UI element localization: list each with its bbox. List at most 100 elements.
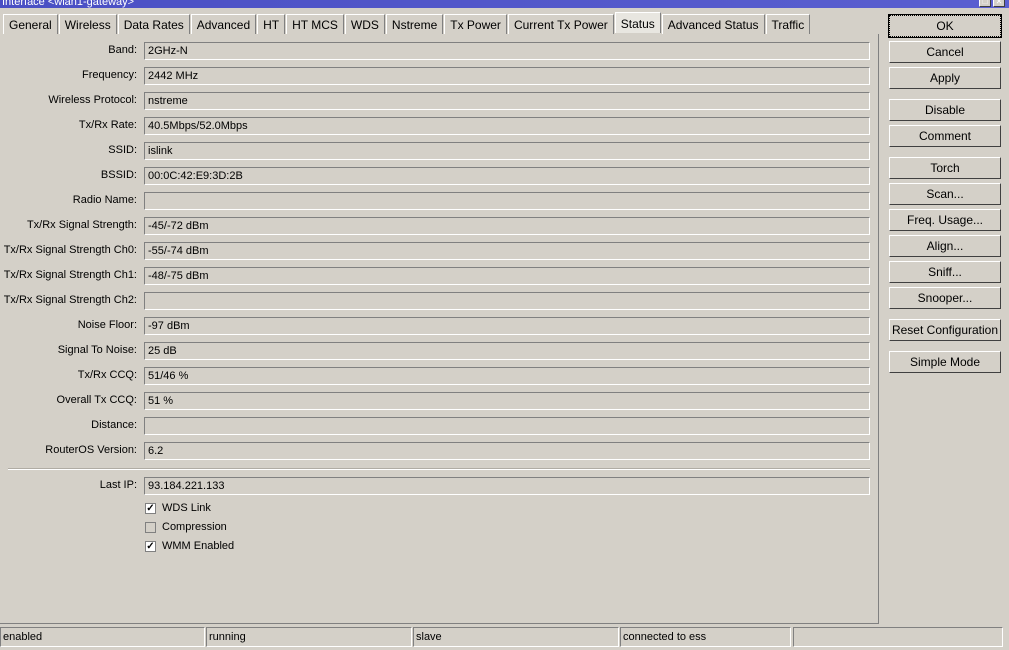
status-cell: connected to ess bbox=[620, 627, 791, 647]
checkbox-label: WMM Enabled bbox=[162, 540, 235, 552]
checkbox-wmm-enabled[interactable]: ✓ WMM Enabled bbox=[145, 540, 234, 552]
tab-advanced-status[interactable]: Advanced Status bbox=[661, 14, 765, 34]
status-cell: enabled bbox=[0, 627, 205, 647]
cancel-button[interactable]: Cancel bbox=[889, 41, 1001, 63]
snooper-button[interactable]: Snooper... bbox=[889, 287, 1001, 309]
field-label: Signal To Noise: bbox=[57, 344, 137, 356]
freq-usage-button[interactable]: Freq. Usage... bbox=[889, 209, 1001, 231]
field-value[interactable]: 00:0C:42:E9:3D:2B bbox=[144, 167, 870, 185]
tab-general[interactable]: General bbox=[3, 14, 58, 34]
field-value[interactable]: islink bbox=[144, 142, 870, 160]
tab-bar: General Wireless Data Rates Advanced HT HT MC… bbox=[3, 12, 811, 35]
field-label: BSSID: bbox=[100, 169, 137, 181]
tab-data-rates[interactable]: Data Rates bbox=[117, 14, 190, 34]
field-label: Tx/Rx CCQ: bbox=[77, 369, 137, 381]
field-value[interactable]: -55/-74 dBm bbox=[144, 242, 870, 260]
field-row: Tx/Rx Signal Strength Ch0: -55/-74 dBm bbox=[0, 242, 870, 260]
field-row: Tx/Rx Signal Strength: -45/-72 dBm bbox=[0, 217, 870, 235]
status-panel: Band: 2GHz-N Frequency: 2442 MHz Wireless Pr… bbox=[0, 34, 879, 624]
restore-button[interactable]: □ bbox=[979, 0, 991, 7]
field-value[interactable]: -48/-75 dBm bbox=[144, 267, 870, 285]
field-value[interactable]: -97 dBm bbox=[144, 317, 870, 335]
checkbox-compression[interactable]: Compression bbox=[145, 521, 227, 533]
field-row: Signal To Noise: 25 dB bbox=[0, 342, 870, 360]
checkbox-wds-link[interactable]: ✓ WDS Link bbox=[145, 502, 211, 514]
last-ip-value[interactable]: 93.184.221.133 bbox=[144, 477, 870, 495]
field-label: Noise Floor: bbox=[77, 319, 137, 331]
field-row: Distance: bbox=[0, 417, 870, 435]
comment-button[interactable]: Comment bbox=[889, 125, 1001, 147]
tab-wireless[interactable]: Wireless bbox=[58, 14, 117, 34]
checkbox-icon[interactable]: ✓ bbox=[145, 502, 156, 514]
field-row: Tx/Rx Signal Strength Ch1: -48/-75 dBm bbox=[0, 267, 870, 285]
scan-button[interactable]: Scan... bbox=[889, 183, 1001, 205]
field-label: Tx/Rx Signal Strength Ch0: bbox=[3, 244, 137, 256]
field-value[interactable]: 51/46 % bbox=[144, 367, 870, 385]
tab-ht-mcs[interactable]: HT MCS bbox=[286, 14, 344, 34]
tab-current-tx-power[interactable]: Current Tx Power bbox=[507, 14, 614, 34]
field-label: Distance: bbox=[91, 419, 137, 431]
separator bbox=[8, 468, 870, 470]
field-value[interactable] bbox=[144, 192, 870, 210]
simple-mode-button[interactable]: Simple Mode bbox=[889, 351, 1001, 373]
tab-nstreme[interactable]: Nstreme bbox=[385, 14, 444, 34]
field-value[interactable] bbox=[144, 417, 870, 435]
field-value[interactable]: nstreme bbox=[144, 92, 870, 110]
field-row: Frequency: 2442 MHz bbox=[0, 67, 870, 85]
field-row: Overall Tx CCQ: 51 % bbox=[0, 392, 870, 410]
field-value[interactable]: 2442 MHz bbox=[144, 67, 870, 85]
field-row: RouterOS Version: 6.2 bbox=[0, 442, 870, 460]
reset-configuration-button[interactable]: Reset Configuration bbox=[889, 319, 1001, 341]
field-row: Tx/Rx Signal Strength Ch2: bbox=[0, 292, 870, 310]
field-row: SSID: islink bbox=[0, 142, 870, 160]
checkbox-icon[interactable]: ✓ bbox=[145, 540, 156, 552]
field-value[interactable] bbox=[144, 292, 870, 310]
checkbox-label: WDS Link bbox=[162, 502, 211, 514]
field-value[interactable]: -45/-72 dBm bbox=[144, 217, 870, 235]
tab-ht[interactable]: HT bbox=[257, 14, 286, 34]
apply-button[interactable]: Apply bbox=[889, 67, 1001, 89]
field-label: RouterOS Version: bbox=[45, 444, 137, 456]
field-label: SSID: bbox=[108, 144, 137, 156]
field-label: Tx/Rx Rate: bbox=[78, 119, 137, 131]
field-row: Band: 2GHz-N bbox=[0, 42, 870, 60]
field-row: BSSID: 00:0C:42:E9:3D:2B bbox=[0, 167, 870, 185]
field-value[interactable]: 2GHz-N bbox=[144, 42, 870, 60]
align-button[interactable]: Align... bbox=[889, 235, 1001, 257]
close-button[interactable]: ✕ bbox=[993, 0, 1005, 7]
field-row: Tx/Rx Rate: 40.5Mbps/52.0Mbps bbox=[0, 117, 870, 135]
disable-button[interactable]: Disable bbox=[889, 99, 1001, 121]
field-label: Radio Name: bbox=[72, 194, 137, 206]
field-label: Overall Tx CCQ: bbox=[56, 394, 137, 406]
field-label: Tx/Rx Signal Strength: bbox=[26, 219, 137, 231]
ok-button[interactable]: OK bbox=[888, 14, 1002, 38]
tab-advanced[interactable]: Advanced bbox=[190, 14, 257, 34]
status-cell bbox=[793, 627, 1003, 647]
field-value[interactable]: 25 dB bbox=[144, 342, 870, 360]
last-ip-label: Last IP: bbox=[99, 479, 137, 491]
window-title: Interface <wlan1-gateway> bbox=[2, 0, 135, 8]
field-value[interactable]: 51 % bbox=[144, 392, 870, 410]
field-row: Wireless Protocol: nstreme bbox=[0, 92, 870, 110]
field-value[interactable]: 6.2 bbox=[144, 442, 870, 460]
field-value[interactable]: 40.5Mbps/52.0Mbps bbox=[144, 117, 870, 135]
torch-button[interactable]: Torch bbox=[889, 157, 1001, 179]
checkbox-icon[interactable] bbox=[145, 521, 156, 533]
field-label: Wireless Protocol: bbox=[48, 94, 137, 106]
field-label: Tx/Rx Signal Strength Ch2: bbox=[3, 294, 137, 306]
field-label: Tx/Rx Signal Strength Ch1: bbox=[3, 269, 137, 281]
field-row: Noise Floor: -97 dBm bbox=[0, 317, 870, 335]
status-cell: slave bbox=[413, 627, 619, 647]
field-label: Band: bbox=[108, 44, 137, 56]
tab-tx-power[interactable]: Tx Power bbox=[444, 14, 507, 34]
last-ip-row: Last IP: 93.184.221.133 bbox=[0, 477, 870, 495]
tab-traffic[interactable]: Traffic bbox=[765, 14, 811, 34]
field-row: Tx/Rx CCQ: 51/46 % bbox=[0, 367, 870, 385]
checkbox-label: Compression bbox=[162, 521, 227, 533]
sniff-button[interactable]: Sniff... bbox=[889, 261, 1001, 283]
field-label: Frequency: bbox=[81, 69, 137, 81]
status-cell: running bbox=[206, 627, 412, 647]
tab-wds[interactable]: WDS bbox=[344, 14, 385, 34]
window-title-bar[interactable]: Interface <wlan1-gateway> □ ✕ bbox=[0, 0, 1009, 8]
tab-status[interactable]: Status bbox=[614, 12, 661, 33]
